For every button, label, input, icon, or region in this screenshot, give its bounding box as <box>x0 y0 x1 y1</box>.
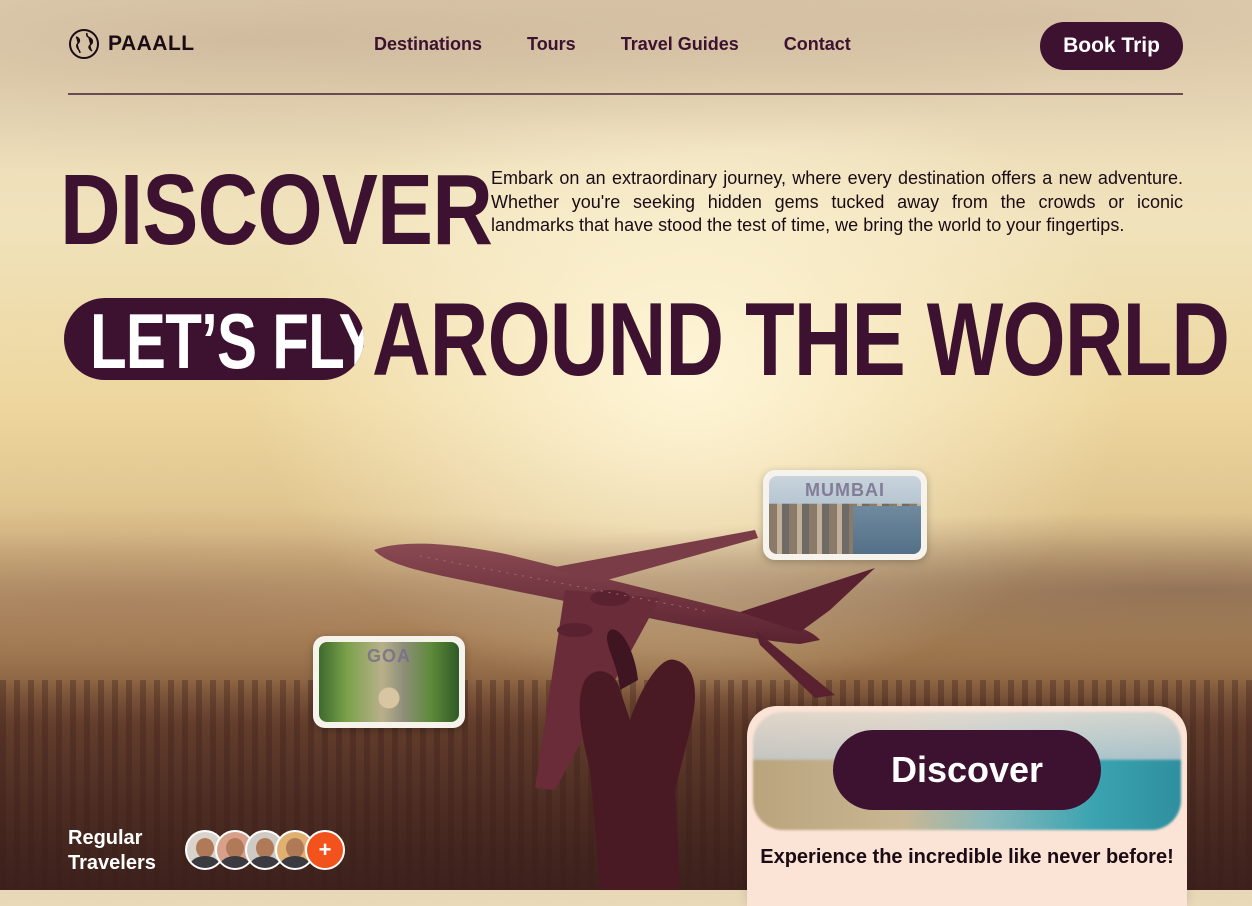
goa-photo: GOA <box>319 642 459 722</box>
lets-fly-pill: LET’S FLY <box>64 298 364 380</box>
nav-destinations[interactable]: Destinations <box>374 34 482 55</box>
main-nav: Destinations Tours Travel Guides Contact <box>374 34 851 55</box>
discover-button[interactable]: Discover <box>833 730 1101 810</box>
mumbai-caption: MUMBAI <box>805 480 885 500</box>
more-travelers-button[interactable]: + <box>305 830 345 870</box>
lets-fly-text: LET’S FLY <box>90 298 364 380</box>
goa-destination-card[interactable]: GOA <box>313 636 465 728</box>
book-trip-button[interactable]: Book Trip <box>1040 22 1183 70</box>
brand-name: PAAALL <box>108 32 195 55</box>
header-divider <box>68 93 1183 95</box>
goa-caption: GOA <box>366 646 411 666</box>
discover-panel: Discover Experience the incredible like … <box>747 706 1187 906</box>
traveler-avatars: + <box>185 830 345 870</box>
regular-travelers-label: Regular Travelers <box>68 827 156 874</box>
globe-icon <box>69 29 99 59</box>
mumbai-destination-card[interactable]: MUMBAI <box>763 470 927 560</box>
nav-contact[interactable]: Contact <box>784 34 851 55</box>
brand-logo[interactable]: PAAALL <box>68 28 195 60</box>
hero-headline-around-the-world: AROUND THE WORLD <box>372 282 1230 398</box>
mumbai-photo: MUMBAI <box>769 476 921 554</box>
hero-intro-text: Embark on an extraordinary journey, wher… <box>491 168 1183 235</box>
discover-tagline: Experience the incredible like never bef… <box>760 846 1174 868</box>
hand-holding-plane <box>579 629 695 890</box>
hero-headline-discover: DISCOVER <box>60 154 493 266</box>
nav-travel-guides[interactable]: Travel Guides <box>621 34 739 55</box>
nav-tours[interactable]: Tours <box>527 34 576 55</box>
